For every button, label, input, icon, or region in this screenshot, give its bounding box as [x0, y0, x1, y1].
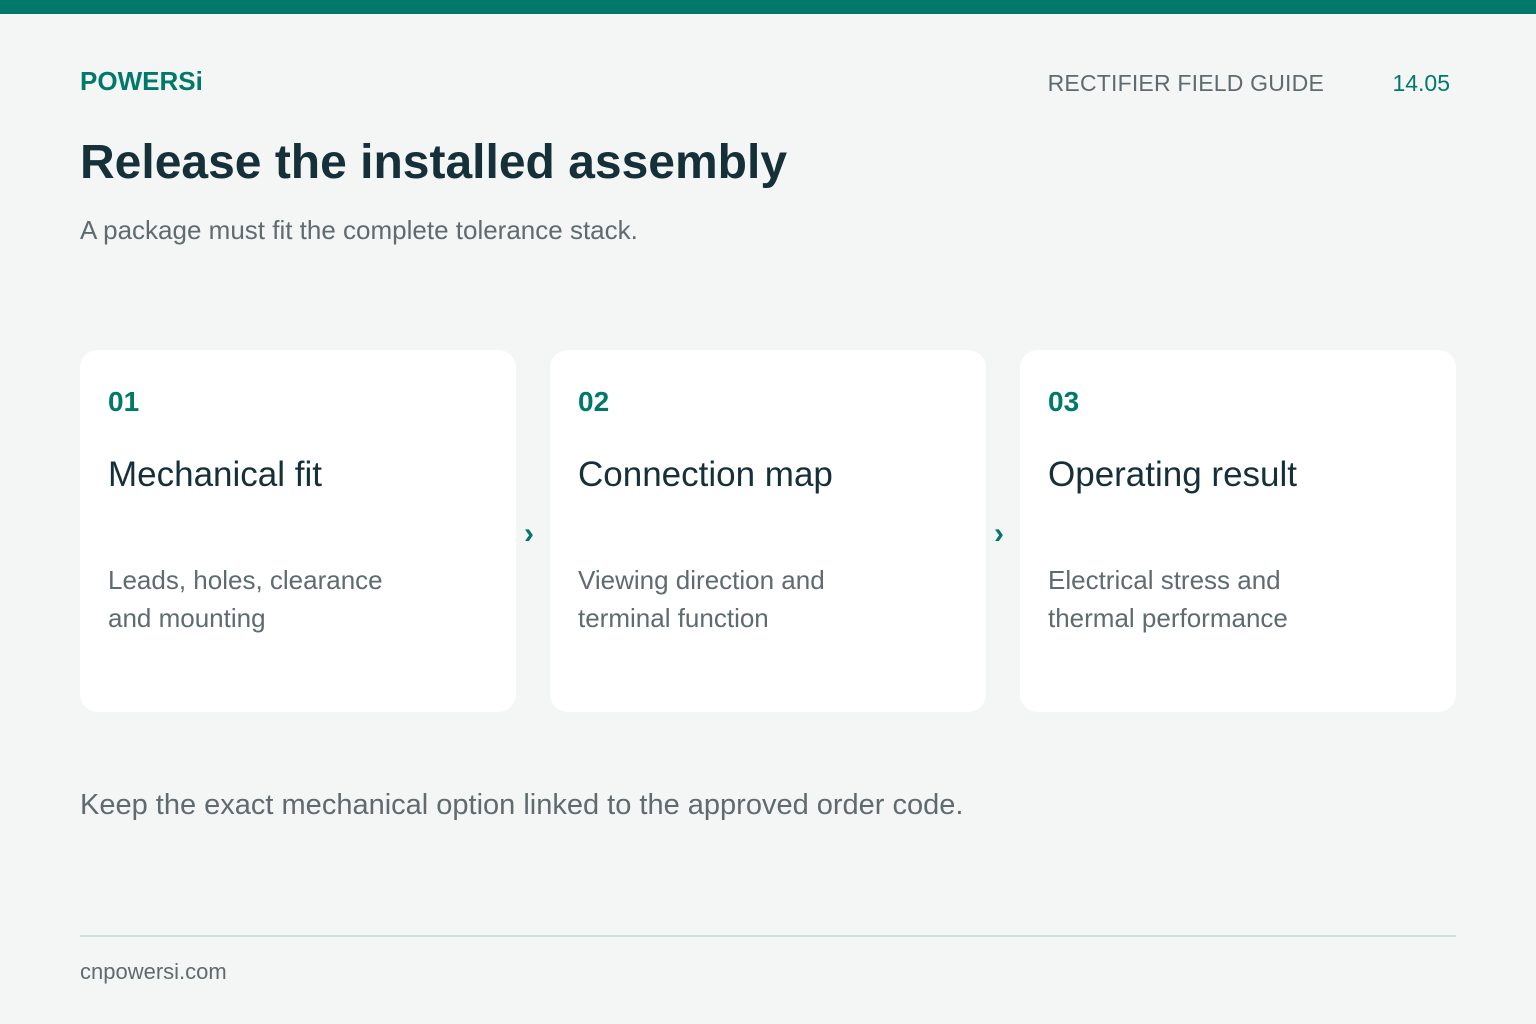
step-number: 02 — [578, 386, 610, 417]
footer-divider — [80, 935, 1456, 937]
page-title: Release the installed assembly — [80, 136, 788, 189]
step-description-line: Electrical stress and — [1048, 565, 1281, 595]
step-description-line: and mounting — [108, 603, 266, 633]
footer-url: cnpowersi.com — [80, 959, 227, 984]
step-description: Leads, holes, clearance and mounting — [108, 561, 448, 637]
step-card-operating-result: 03 Operating result Electrical stress an… — [1020, 350, 1456, 712]
step-number: 01 — [108, 386, 140, 417]
guide-label: RECTIFIER FIELD GUIDE — [1047, 70, 1324, 96]
top-accent-bar — [0, 0, 1536, 14]
page-subtitle: A package must fit the complete toleranc… — [80, 215, 638, 245]
note-text: Keep the exact mechanical option linked … — [80, 789, 964, 821]
page-number: 14.05 — [1392, 70, 1450, 96]
step-card-mechanical-fit: 01 Mechanical fit Leads, holes, clearanc… — [80, 350, 516, 712]
step-description: Electrical stress and thermal performanc… — [1048, 561, 1388, 637]
brand-logo: POWERSi — [80, 66, 203, 96]
step-number: 03 — [1048, 386, 1080, 417]
step-card-connection-map: 02 Connection map Viewing direction and … — [550, 350, 986, 712]
step-title: Mechanical fit — [108, 455, 322, 494]
step-description-line: terminal function — [578, 603, 769, 633]
step-description-line: Viewing direction and — [578, 565, 825, 595]
step-description-line: Leads, holes, clearance — [108, 565, 383, 595]
step-title: Operating result — [1048, 455, 1298, 494]
chevron-right-icon: › — [994, 517, 1004, 550]
step-description: Viewing direction and terminal function — [578, 561, 918, 637]
chevron-right-icon: › — [524, 517, 534, 550]
step-title: Connection map — [578, 455, 833, 494]
step-description-line: thermal performance — [1048, 603, 1288, 633]
